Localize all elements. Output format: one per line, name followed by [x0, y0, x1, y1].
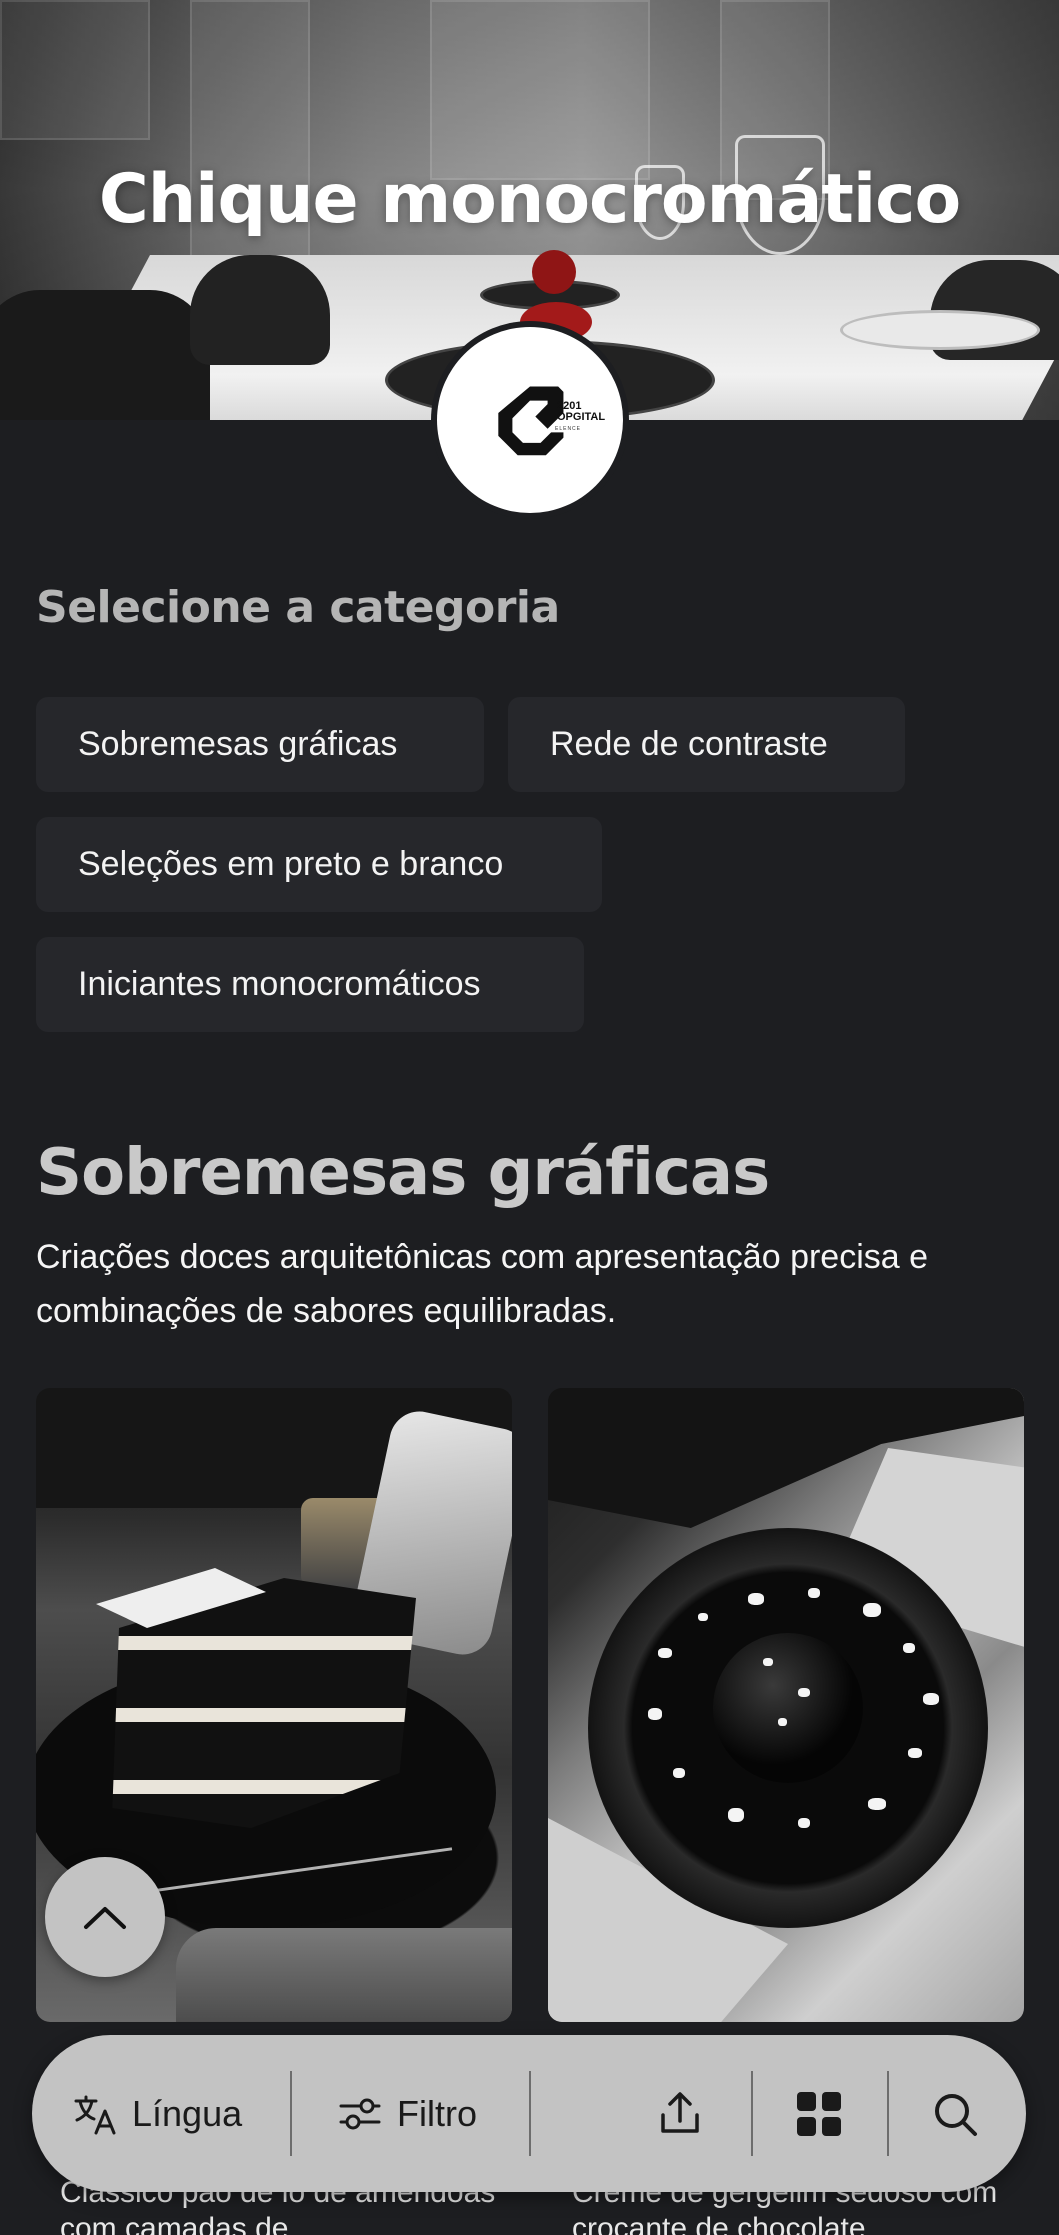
photo-speck: [673, 1768, 685, 1778]
photo-speck: [863, 1603, 881, 1617]
filter-label: Filtro: [397, 2092, 477, 2134]
photo-speck: [658, 1648, 672, 1658]
photo-speck: [798, 1818, 810, 1828]
category-chip-contraste[interactable]: Rede de contraste: [508, 697, 905, 792]
toolbar-divider: [290, 2071, 292, 2156]
category-chip-iniciantes[interactable]: Iniciantes monocromáticos: [36, 937, 584, 1032]
hero-wall-panel: [0, 0, 150, 140]
hero-plate: [840, 310, 1040, 350]
hero-chair: [190, 255, 330, 365]
hero-chair: [0, 290, 210, 420]
logo-text: 2201 OPGITAL: [557, 400, 606, 423]
photo-speck: [923, 1693, 939, 1705]
bottom-toolbar: Língua Filtro: [32, 2035, 1026, 2192]
photo-speck: [808, 1588, 820, 1598]
category-chip-label: Seleções em preto e branco: [78, 845, 504, 883]
filter-icon: [337, 2094, 383, 2134]
section-title: Sobremesas gráficas: [36, 1136, 770, 1210]
grid-view-button[interactable]: [794, 2035, 844, 2192]
photo-speck: [908, 1748, 922, 1758]
search-icon: [930, 2089, 980, 2139]
share-button[interactable]: [655, 2035, 705, 2192]
chevron-up-icon: [84, 1907, 126, 1929]
section-description: Criações doces arquitetônicas com aprese…: [36, 1238, 929, 1330]
restaurant-logo: 2201 OPGITAL ELENCE: [437, 327, 623, 513]
toolbar-divider: [529, 2071, 531, 2156]
photo-speck: [728, 1808, 744, 1822]
hero-apple: [532, 250, 576, 294]
category-heading: Selecione a categoria: [36, 582, 560, 633]
language-label: Língua: [132, 2092, 243, 2134]
page-title: Chique monocromático: [98, 160, 961, 239]
hero-wall-panel: [430, 0, 650, 180]
translate-icon: [72, 2091, 118, 2137]
toolbar-divider: [887, 2071, 889, 2156]
search-button[interactable]: [930, 2035, 980, 2192]
photo-dome: [713, 1633, 863, 1783]
filter-button[interactable]: Filtro: [337, 2035, 477, 2192]
language-button[interactable]: Língua: [72, 2035, 242, 2192]
photo-speck: [648, 1708, 662, 1720]
photo-speck: [798, 1688, 810, 1697]
photo-speck: [748, 1593, 764, 1605]
share-icon: [655, 2089, 705, 2139]
category-chip-label: Sobremesas gráficas: [78, 725, 398, 763]
dish-card-image-dome[interactable]: [548, 1388, 1024, 2022]
category-chip-sobremesas[interactable]: Sobremesas gráficas: [36, 697, 484, 792]
grid-icon: [794, 2089, 844, 2139]
photo-speck: [698, 1613, 708, 1621]
photo-speck: [868, 1798, 886, 1810]
photo-speck: [763, 1658, 773, 1666]
back-to-top-button[interactable]: [45, 1857, 165, 1977]
logo-subtext: ELENCE: [555, 426, 582, 432]
category-chip-label: Iniciantes monocromáticos: [78, 965, 481, 1003]
toolbar-divider: [751, 2071, 753, 2156]
photo-speck: [903, 1643, 915, 1653]
photo-speck: [778, 1718, 787, 1726]
category-chip-preto-branco[interactable]: Seleções em preto e branco: [36, 817, 602, 912]
category-chip-label: Rede de contraste: [550, 725, 828, 763]
photo-cloth: [176, 1928, 512, 2022]
